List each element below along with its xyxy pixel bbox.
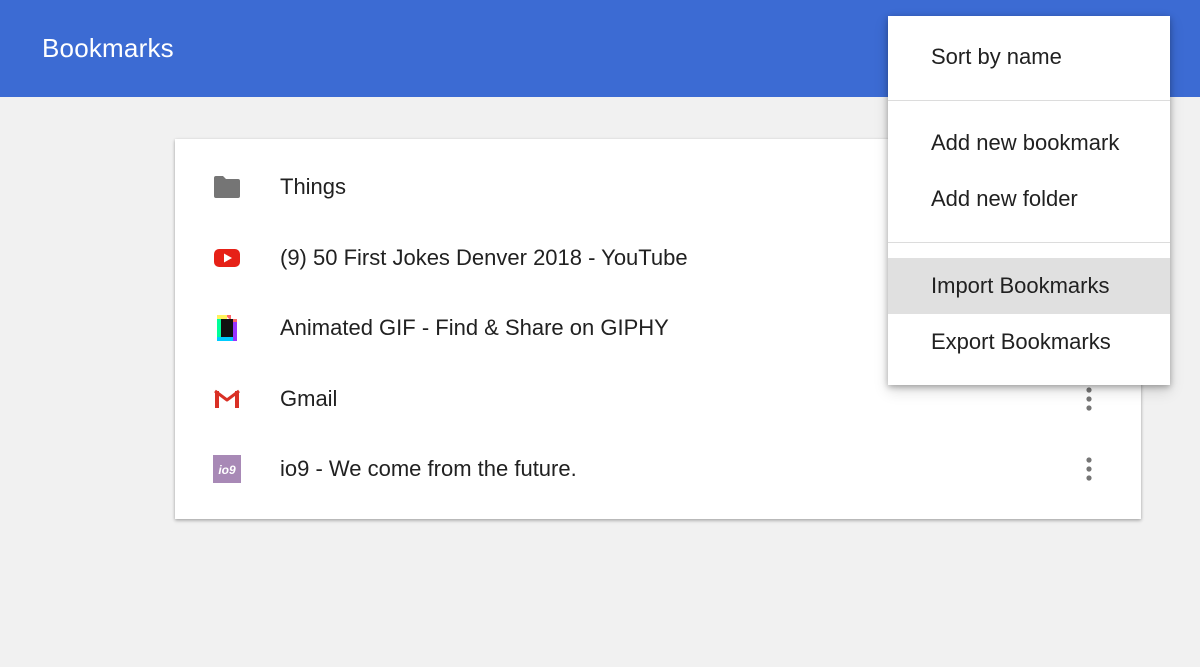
menu-item-label: Export Bookmarks bbox=[931, 329, 1111, 354]
gmail-favicon-icon bbox=[211, 383, 243, 415]
menu-item-label: Add new bookmark bbox=[931, 130, 1120, 155]
bookmark-row-io9[interactable]: io9 io9 - We come from the future. bbox=[175, 434, 1141, 504]
giphy-favicon-icon bbox=[211, 312, 243, 344]
menu-item-label: Import Bookmarks bbox=[931, 273, 1110, 298]
page-title: Bookmarks bbox=[42, 33, 174, 63]
io9-favicon-text: io9 bbox=[218, 463, 236, 477]
menu-item-label: Sort by name bbox=[931, 44, 1062, 69]
menu-divider bbox=[888, 100, 1170, 101]
menu-divider bbox=[888, 242, 1170, 243]
menu-item-export-bookmarks[interactable]: Export Bookmarks bbox=[888, 314, 1170, 370]
menu-item-add-new-folder[interactable]: Add new folder bbox=[888, 171, 1170, 227]
bookmark-title: Animated GIF - Find & Share on GIPHY bbox=[280, 315, 669, 340]
io9-favicon-icon: io9 bbox=[211, 453, 243, 485]
more-actions-icon[interactable] bbox=[1073, 451, 1105, 487]
bookmark-title: (9) 50 First Jokes Denver 2018 - YouTube bbox=[280, 245, 688, 270]
menu-item-import-bookmarks[interactable]: Import Bookmarks bbox=[888, 258, 1170, 314]
bookmark-title: io9 - We come from the future. bbox=[280, 456, 577, 481]
menu-item-add-new-bookmark[interactable]: Add new bookmark bbox=[888, 115, 1170, 171]
youtube-favicon-icon bbox=[211, 242, 243, 274]
bookmark-title: Gmail bbox=[280, 386, 338, 411]
folder-icon bbox=[211, 171, 243, 203]
organize-menu: Sort by name Add new bookmark Add new fo… bbox=[888, 16, 1170, 385]
menu-item-label: Add new folder bbox=[931, 186, 1078, 211]
more-actions-icon[interactable] bbox=[1073, 381, 1105, 417]
menu-item-sort-by-name[interactable]: Sort by name bbox=[888, 29, 1170, 85]
bookmark-title: Things bbox=[280, 174, 347, 199]
